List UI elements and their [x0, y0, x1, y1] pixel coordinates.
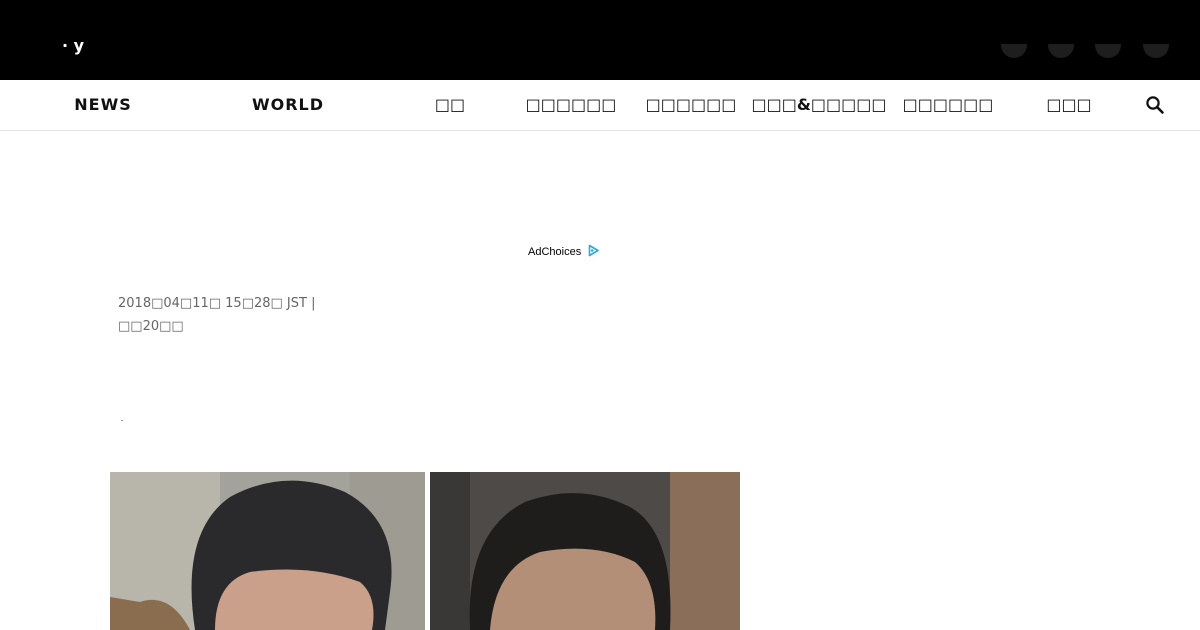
adchoices-icon [588, 244, 600, 257]
social-share-icon[interactable] [1048, 44, 1074, 58]
main-navigation: NEWS WORLD □□ □□□□□□ □□□□□□ □□□&□□□□□ □□… [0, 80, 1200, 131]
search-button[interactable] [1144, 94, 1166, 116]
search-icon [1146, 96, 1164, 114]
nav-item-6[interactable]: □□□&□□□□□ [752, 80, 887, 130]
adchoices-label: AdChoices [528, 246, 582, 258]
article-photo-left [110, 472, 425, 630]
nav-item-7[interactable]: □□□□□□ [903, 80, 994, 130]
nav-item-3[interactable]: □□ [435, 80, 465, 130]
nav-item-news[interactable]: NEWS [74, 80, 132, 130]
nav-item-5[interactable]: □□□□□□ [646, 80, 737, 130]
social-share-icon[interactable] [1001, 44, 1027, 58]
divider-dot [121, 420, 123, 421]
nav-item-world[interactable]: WORLD [252, 80, 324, 130]
social-share-icon[interactable] [1143, 44, 1169, 58]
top-header-bar: · y [0, 0, 1200, 80]
article-photo-right [430, 472, 740, 630]
nav-item-8[interactable]: □□□ [1046, 80, 1091, 130]
article-timestamp: 2018□04□11□ 15□28□ JST | [118, 296, 316, 311]
article-dateline: 2018□04□11□ 15□28□ JST | □□20□□ [118, 292, 315, 338]
nav-item-4[interactable]: □□□□□□ [526, 80, 617, 130]
adchoices-link[interactable]: AdChoices [528, 244, 600, 258]
site-logo[interactable]: · y [62, 38, 84, 54]
article-byline: □□20□□ [118, 319, 184, 334]
social-share-icon[interactable] [1095, 44, 1121, 58]
